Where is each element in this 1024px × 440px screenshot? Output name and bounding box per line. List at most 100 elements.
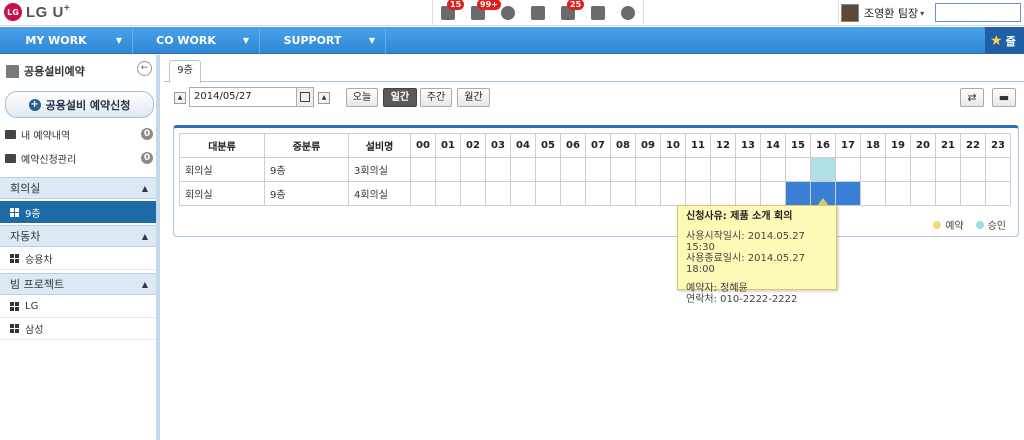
hour-slot[interactable] — [785, 157, 811, 182]
hour-slot[interactable] — [710, 157, 736, 182]
today-button[interactable]: 오늘 — [346, 88, 378, 107]
hour-slot[interactable] — [660, 157, 686, 182]
header-equipment: 설비명 — [348, 133, 411, 158]
cell-cat: 회의실 — [179, 181, 265, 206]
date-field[interactable]: 2014/05/27 — [189, 87, 297, 107]
nav-support[interactable]: SUPPORT ▼ — [260, 27, 386, 54]
hour-header: 07 — [585, 133, 611, 158]
search-input[interactable] — [935, 3, 1021, 22]
collapse-arrow-icon: ▲ — [141, 279, 148, 289]
hour-slot[interactable] — [785, 181, 811, 206]
hour-slot[interactable] — [435, 181, 461, 206]
refresh-icon[interactable]: ⇄ — [960, 88, 984, 107]
logo-sup: + — [63, 3, 71, 14]
hour-slot[interactable] — [610, 181, 636, 206]
tooltip-end: 사용종료일시: 2014.05.27 18:00 — [686, 253, 806, 275]
hour-slot[interactable] — [460, 181, 486, 206]
hour-slot[interactable] — [410, 181, 436, 206]
weekly-button[interactable]: 주간 — [420, 88, 452, 107]
hour-slot[interactable] — [935, 181, 961, 206]
prev-date-icon[interactable]: ▲ — [174, 92, 186, 104]
calendar-icon[interactable]: 25 — [553, 0, 585, 26]
hour-slot[interactable] — [635, 181, 661, 206]
hour-slot[interactable] — [835, 181, 861, 206]
calendar-picker-icon[interactable] — [296, 87, 314, 107]
hour-slot[interactable] — [585, 157, 611, 182]
hour-slot[interactable] — [710, 181, 736, 206]
hour-slot[interactable] — [485, 181, 511, 206]
hour-header: 05 — [535, 133, 561, 158]
grid-icon — [10, 207, 19, 217]
mail-badge: 15 — [447, 0, 465, 10]
chat-icon[interactable] — [493, 0, 523, 26]
hour-slot[interactable] — [760, 181, 786, 206]
hour-slot[interactable] — [985, 157, 1011, 182]
next-date-icon[interactable]: ▲ — [318, 92, 330, 104]
hour-slot[interactable] — [910, 181, 936, 206]
sidebar-item-request-management[interactable]: 예약신청관리 0 — [5, 148, 155, 168]
hour-slot[interactable] — [735, 181, 761, 206]
sidebar-group-projector[interactable]: 빔 프로젝트 ▲ — [0, 273, 156, 295]
hour-slot[interactable] — [685, 181, 711, 206]
favorites-button[interactable]: ★ 즐 — [985, 27, 1024, 54]
hour-slot[interactable] — [960, 181, 986, 206]
hour-slot[interactable] — [760, 157, 786, 182]
hour-slot[interactable] — [685, 157, 711, 182]
flag-icon[interactable]: 99+ — [463, 0, 501, 26]
sidebar-item-9f[interactable]: 9층 — [0, 201, 156, 223]
hour-slot[interactable] — [835, 157, 861, 182]
hour-slot[interactable] — [935, 157, 961, 182]
nav-my-work[interactable]: MY WORK ▼ — [0, 27, 133, 54]
reserved-dot — [933, 220, 942, 229]
hour-slot[interactable] — [510, 157, 536, 182]
hour-slot[interactable] — [410, 157, 436, 182]
hour-slot[interactable] — [560, 181, 586, 206]
sidebar-group-car[interactable]: 자동차 ▲ — [0, 225, 156, 247]
sidebar-item-lg[interactable]: LG — [0, 296, 156, 318]
tab-9f[interactable]: 9층 — [169, 60, 201, 83]
hour-slot[interactable] — [960, 157, 986, 182]
hour-slot[interactable] — [610, 157, 636, 182]
sidebar-group-meeting-room[interactable]: 회의실 ▲ — [0, 177, 156, 199]
hour-slot[interactable] — [885, 181, 911, 206]
print-icon[interactable]: ▬ — [992, 88, 1016, 107]
hour-slot[interactable] — [985, 181, 1011, 206]
cell-equip: 4회의실 — [348, 181, 411, 206]
reserve-request-button[interactable]: + 공용설비 예약신청 — [5, 91, 154, 118]
monthly-button[interactable]: 월간 — [457, 88, 490, 107]
sidebar-item-my-reservations[interactable]: 내 예약내역 0 — [5, 124, 155, 144]
main-content: 9층 ▲ 2014/05/27 ▲ 오늘 일간 주간 월간 ⇄ ▬ 대분류 중분… — [164, 55, 1024, 440]
hour-slot[interactable] — [910, 157, 936, 182]
hour-slot[interactable] — [735, 157, 761, 182]
hour-slot[interactable] — [860, 157, 886, 182]
hour-slot[interactable] — [585, 181, 611, 206]
hour-header: 13 — [735, 133, 761, 158]
hour-slot[interactable] — [885, 157, 911, 182]
hour-header: 09 — [635, 133, 661, 158]
hour-slot[interactable] — [435, 157, 461, 182]
hour-slot[interactable] — [560, 157, 586, 182]
add-user-icon[interactable] — [613, 0, 643, 26]
collapse-sidebar-icon[interactable]: ← — [137, 61, 152, 76]
schedule-panel: 대분류 중분류 설비명 00 01 02 03 04 05 06 07 08 09 10 11 12 13… — [173, 125, 1019, 237]
hour-slot[interactable] — [510, 181, 536, 206]
hour-slot[interactable] — [535, 157, 561, 182]
mail-icon[interactable]: 15 — [433, 0, 465, 26]
daily-button[interactable]: 일간 — [383, 88, 417, 107]
hour-slot[interactable] — [635, 157, 661, 182]
nav-co-work[interactable]: CO WORK ▼ — [133, 27, 260, 54]
hour-header: 22 — [960, 133, 986, 158]
memo-icon[interactable] — [523, 0, 553, 26]
hour-slot[interactable] — [485, 157, 511, 182]
hour-slot[interactable] — [535, 181, 561, 206]
hour-slot[interactable] — [860, 181, 886, 206]
hour-slot[interactable] — [810, 157, 836, 182]
logo[interactable]: LG LG U+ — [4, 3, 70, 21]
user-menu[interactable]: 조영환 팀장 ▾ — [838, 0, 924, 26]
hour-slot[interactable] — [660, 181, 686, 206]
sidebar-item-samsung[interactable]: 삼성 — [0, 318, 156, 340]
hour-slot[interactable] — [460, 157, 486, 182]
sidebar-item-sedan[interactable]: 승용차 — [0, 248, 156, 270]
lg-logo-icon: LG — [4, 3, 22, 21]
card-icon[interactable] — [583, 0, 613, 26]
